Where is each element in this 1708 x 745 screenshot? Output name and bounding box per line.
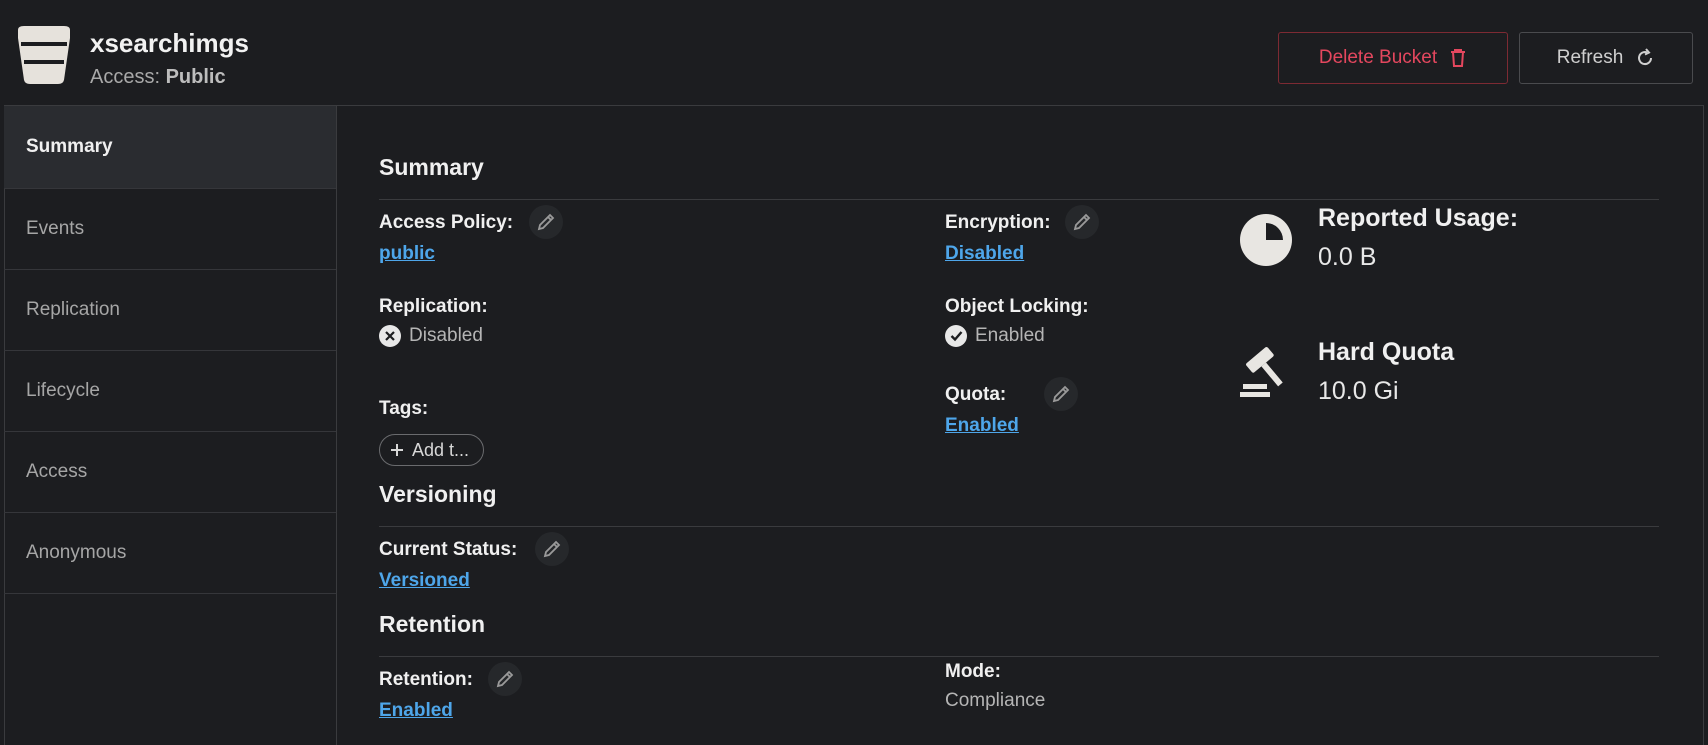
sidebar-item-replication[interactable]: Replication bbox=[4, 270, 336, 351]
refresh-label: Refresh bbox=[1556, 47, 1624, 68]
bucket-header: xsearchimgs Access: Public Delete Bucket… bbox=[0, 0, 1708, 105]
edit-access-policy-button[interactable] bbox=[529, 205, 563, 239]
sidebar-item-label: Lifecycle bbox=[26, 380, 100, 401]
edit-retention-button[interactable] bbox=[488, 662, 522, 696]
sidebar-item-anonymous[interactable]: Anonymous bbox=[4, 513, 336, 594]
pencil-icon bbox=[1073, 213, 1091, 231]
add-tag-button[interactable]: Add t... bbox=[379, 434, 485, 466]
hard-quota-label: Hard Quota bbox=[1318, 338, 1455, 366]
access-policy-label: Access Policy: bbox=[379, 212, 514, 233]
bucket-sidebar: Summary Events Replication Lifecycle Acc… bbox=[4, 106, 337, 745]
reported-usage-label: Reported Usage: bbox=[1318, 204, 1519, 232]
edit-quota-button[interactable] bbox=[1044, 377, 1078, 411]
bucket-name: xsearchimgs bbox=[90, 28, 249, 58]
edit-versioning-button[interactable] bbox=[535, 532, 569, 566]
sidebar-item-label: Access bbox=[26, 461, 88, 482]
edit-encryption-button[interactable] bbox=[1065, 205, 1099, 239]
quota-value[interactable]: Enabled bbox=[945, 415, 1019, 437]
current-status-value[interactable]: Versioned bbox=[379, 570, 470, 592]
sidebar-item-events[interactable]: Events bbox=[4, 189, 336, 270]
retention-title: Retention bbox=[379, 611, 486, 637]
pencil-icon bbox=[537, 213, 555, 231]
sidebar-item-label: Anonymous bbox=[26, 542, 127, 563]
encryption-label: Encryption: bbox=[945, 212, 1051, 233]
quota-label: Quota: bbox=[945, 384, 1007, 405]
retention-label: Retention: bbox=[379, 669, 473, 690]
retention-value[interactable]: Enabled bbox=[379, 700, 453, 722]
sidebar-item-lifecycle[interactable]: Lifecycle bbox=[4, 351, 336, 432]
reported-usage-value: 0.0 B bbox=[1318, 243, 1377, 271]
access-value: Public bbox=[165, 66, 226, 88]
versioning-title: Versioning bbox=[379, 481, 497, 507]
bucket-access: Access: Public bbox=[90, 66, 226, 89]
pencil-icon bbox=[1052, 385, 1070, 403]
check-circle-icon bbox=[945, 325, 967, 347]
sidebar-item-summary[interactable]: Summary bbox=[4, 106, 336, 189]
mode-value: Compliance bbox=[945, 690, 1046, 711]
delete-bucket-button[interactable]: Delete Bucket bbox=[1278, 32, 1508, 84]
summary-content: Summary Access Policy: public Replicatio… bbox=[336, 106, 1704, 745]
pencil-icon bbox=[543, 540, 561, 558]
bucket-icon bbox=[18, 26, 70, 84]
trash-icon bbox=[1451, 49, 1466, 67]
access-policy-value[interactable]: public bbox=[379, 243, 435, 265]
pie-chart-icon bbox=[1240, 214, 1292, 266]
retention-divider bbox=[379, 656, 1659, 657]
refresh-button[interactable]: Refresh bbox=[1519, 32, 1693, 84]
sidebar-item-label: Events bbox=[26, 218, 85, 239]
gavel-icon bbox=[1240, 347, 1283, 397]
replication-label: Replication: bbox=[379, 296, 488, 317]
replication-status: Disabled bbox=[379, 325, 483, 347]
plus-icon bbox=[391, 444, 403, 456]
delete-bucket-label: Delete Bucket bbox=[1318, 47, 1438, 68]
sidebar-item-label: Summary bbox=[26, 136, 113, 157]
current-status-label: Current Status: bbox=[379, 539, 518, 560]
hard-quota-value: 10.0 Gi bbox=[1318, 377, 1399, 405]
replication-value: Disabled bbox=[409, 325, 483, 346]
versioning-divider bbox=[379, 526, 1659, 527]
tags-label: Tags: bbox=[379, 398, 429, 419]
pencil-icon bbox=[496, 670, 514, 688]
object-locking-status: Enabled bbox=[945, 325, 1045, 347]
sidebar-item-label: Replication bbox=[26, 299, 120, 320]
x-circle-icon bbox=[379, 325, 401, 347]
refresh-icon bbox=[1638, 48, 1653, 66]
encryption-value[interactable]: Disabled bbox=[945, 243, 1024, 265]
sidebar-item-access[interactable]: Access bbox=[4, 432, 336, 513]
summary-title: Summary bbox=[379, 154, 484, 180]
object-locking-value: Enabled bbox=[975, 325, 1045, 346]
summary-divider bbox=[379, 199, 1659, 200]
mode-label: Mode: bbox=[945, 661, 1001, 682]
access-label: Access: bbox=[90, 66, 161, 88]
add-tag-label: Add t... bbox=[412, 439, 470, 460]
object-locking-label: Object Locking: bbox=[945, 296, 1089, 317]
